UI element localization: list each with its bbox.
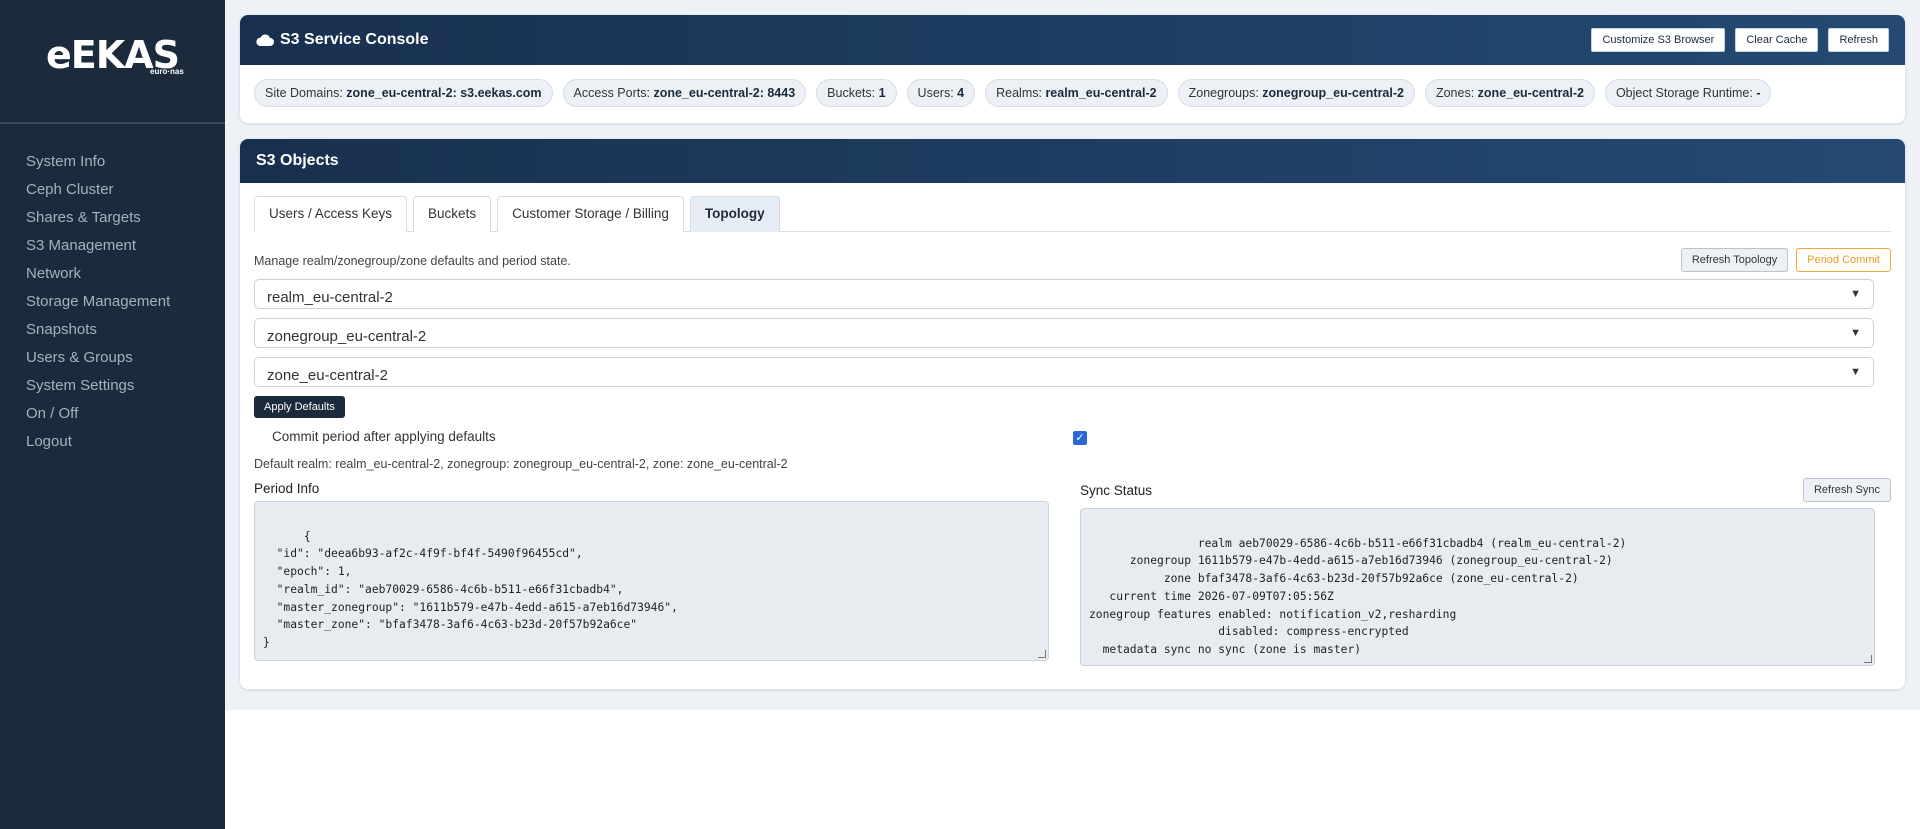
object-storage-runtime-chip: Object Storage Runtime: - <box>1604 79 1772 107</box>
console-stats-chips: Site Domains: zone_eu-central-2: s3.eeka… <box>240 65 1905 121</box>
sidebar-item-logout[interactable]: Logout <box>0 428 225 456</box>
realm-select[interactable]: realm_eu-central-2 ▼ <box>254 279 1874 309</box>
logo-subtext: euro·nas <box>150 67 184 76</box>
chip-value: realm_eu-central-2 <box>1045 86 1157 100</box>
chip-value: zone_eu-central-2 <box>1477 86 1584 100</box>
logo: eEKAS euro·nas <box>0 0 225 124</box>
chip-label: Realms: <box>996 86 1042 100</box>
chip-value: 1 <box>878 86 886 100</box>
sync-status-label: Sync Status <box>1080 483 1153 498</box>
chip-label: Access Ports: <box>573 86 650 100</box>
sidebar-item-system-settings[interactable]: System Settings <box>0 372 225 400</box>
objects-header: S3 Objects <box>240 139 1905 183</box>
chip-label: Buckets: <box>827 86 876 100</box>
sidebar-item-users-groups[interactable]: Users & Groups <box>0 344 225 372</box>
tab-users-access-keys[interactable]: Users / Access Keys <box>254 196 408 232</box>
commit-period-label: Commit period after applying defaults <box>272 429 496 444</box>
sidebar-item-ceph-cluster[interactable]: Ceph Cluster <box>0 176 225 204</box>
period-info-textarea[interactable]: { "id": "deea6b93-af2c-4f9f-bf4f-5490f96… <box>254 501 1049 661</box>
sidebar-item-shares-targets[interactable]: Shares & Targets <box>0 204 225 232</box>
console-header-buttons: Customize S3 Browser Clear Cache Refresh <box>1591 28 1889 52</box>
chevron-down-icon: ▼ <box>1850 288 1861 300</box>
s3-objects-card: S3 Objects Users / Access Keys Buckets C… <box>240 139 1905 689</box>
tab-topology[interactable]: Topology <box>689 196 780 232</box>
buckets-chip: Buckets: 1 <box>816 79 897 107</box>
zone-select-value: zone_eu-central-2 <box>267 366 388 384</box>
topology-buttons: Refresh Topology Period Commit <box>1680 248 1891 272</box>
chip-value: zonegroup_eu-central-2 <box>1262 86 1404 100</box>
apply-defaults-button[interactable]: Apply Defaults <box>254 396 345 418</box>
chip-label: Zones: <box>1435 86 1475 100</box>
clear-cache-button[interactable]: Clear Cache <box>1735 28 1819 52</box>
chevron-down-icon: ▼ <box>1850 327 1861 339</box>
refresh-topology-button[interactable]: Refresh Topology <box>1680 248 1789 272</box>
objects-title: S3 Objects <box>256 152 339 169</box>
sidebar-item-s3-management[interactable]: S3 Management <box>0 232 225 260</box>
refresh-sync-button[interactable]: Refresh Sync <box>1802 478 1891 502</box>
commit-period-checkbox[interactable]: ✓ <box>1073 431 1087 445</box>
period-info-content: { "id": "deea6b93-af2c-4f9f-bf4f-5490f96… <box>263 529 678 649</box>
customize-s3-browser-button[interactable]: Customize S3 Browser <box>1591 28 1726 52</box>
sync-status-content: realm aeb70029-6586-4c6b-b511-e66f31cbad… <box>1089 536 1627 656</box>
refresh-button[interactable]: Refresh <box>1828 28 1889 52</box>
zonegroups-chip: Zonegroups: zonegroup_eu-central-2 <box>1177 79 1415 107</box>
zonegroup-select[interactable]: zonegroup_eu-central-2 ▼ <box>254 318 1874 348</box>
chip-value: 4 <box>957 86 965 100</box>
sidebar-item-network[interactable]: Network <box>0 260 225 288</box>
chip-label: Object Storage Runtime: <box>1615 86 1753 100</box>
main-content: S3 Service Console Customize S3 Browser … <box>225 0 1920 710</box>
chip-label: Site Domains: <box>265 86 343 100</box>
chip-value: - <box>1756 86 1761 100</box>
objects-tabs: Users / Access Keys Buckets Customer Sto… <box>254 196 1891 232</box>
topology-description: Manage realm/zonegroup/zone defaults and… <box>254 254 571 268</box>
period-commit-button[interactable]: Period Commit <box>1796 248 1891 272</box>
s3-service-console-card: S3 Service Console Customize S3 Browser … <box>240 15 1905 123</box>
chip-value: zone_eu-central-2: s3.eekas.com <box>346 86 542 100</box>
chip-label: Users: <box>917 86 954 100</box>
realms-chip: Realms: realm_eu-central-2 <box>985 79 1168 107</box>
access-ports-chip: Access Ports: zone_eu-central-2: 8443 <box>562 79 807 107</box>
zone-select[interactable]: zone_eu-central-2 ▼ <box>254 357 1874 387</box>
console-header: S3 Service Console Customize S3 Browser … <box>240 15 1905 65</box>
page-footer-area <box>225 710 1920 829</box>
console-title-wrap: S3 Service Console <box>256 31 429 49</box>
cloud-icon <box>256 34 274 46</box>
tab-customer-storage-billing[interactable]: Customer Storage / Billing <box>497 196 684 232</box>
sidebar-item-on-off[interactable]: On / Off <box>0 400 225 428</box>
users-chip: Users: 4 <box>906 79 976 107</box>
period-info-label: Period Info <box>254 481 320 496</box>
sidebar-item-snapshots[interactable]: Snapshots <box>0 316 225 344</box>
resize-grip-icon[interactable] <box>1864 655 1872 663</box>
console-title: S3 Service Console <box>280 31 429 48</box>
site-domains-chip: Site Domains: zone_eu-central-2: s3.eeka… <box>254 79 553 107</box>
default-topology-text: Default realm: realm_eu-central-2, zoneg… <box>254 457 788 471</box>
sidebar-nav: System Info Ceph Cluster Shares & Target… <box>0 124 225 456</box>
chip-value: zone_eu-central-2: 8443 <box>653 86 796 100</box>
chip-label: Zonegroups: <box>1188 86 1259 100</box>
sidebar: eEKAS euro·nas System Info Ceph Cluster … <box>0 0 225 829</box>
resize-grip-icon[interactable] <box>1038 650 1046 658</box>
zonegroup-select-value: zonegroup_eu-central-2 <box>267 327 427 345</box>
sidebar-item-storage-management[interactable]: Storage Management <box>0 288 225 316</box>
chevron-down-icon: ▼ <box>1850 366 1861 378</box>
sync-status-textarea[interactable]: realm aeb70029-6586-4c6b-b511-e66f31cbad… <box>1080 508 1875 666</box>
sidebar-item-system-info[interactable]: System Info <box>0 148 225 176</box>
realm-select-value: realm_eu-central-2 <box>267 288 393 306</box>
tab-buckets[interactable]: Buckets <box>413 196 492 232</box>
zones-chip: Zones: zone_eu-central-2 <box>1424 79 1595 107</box>
